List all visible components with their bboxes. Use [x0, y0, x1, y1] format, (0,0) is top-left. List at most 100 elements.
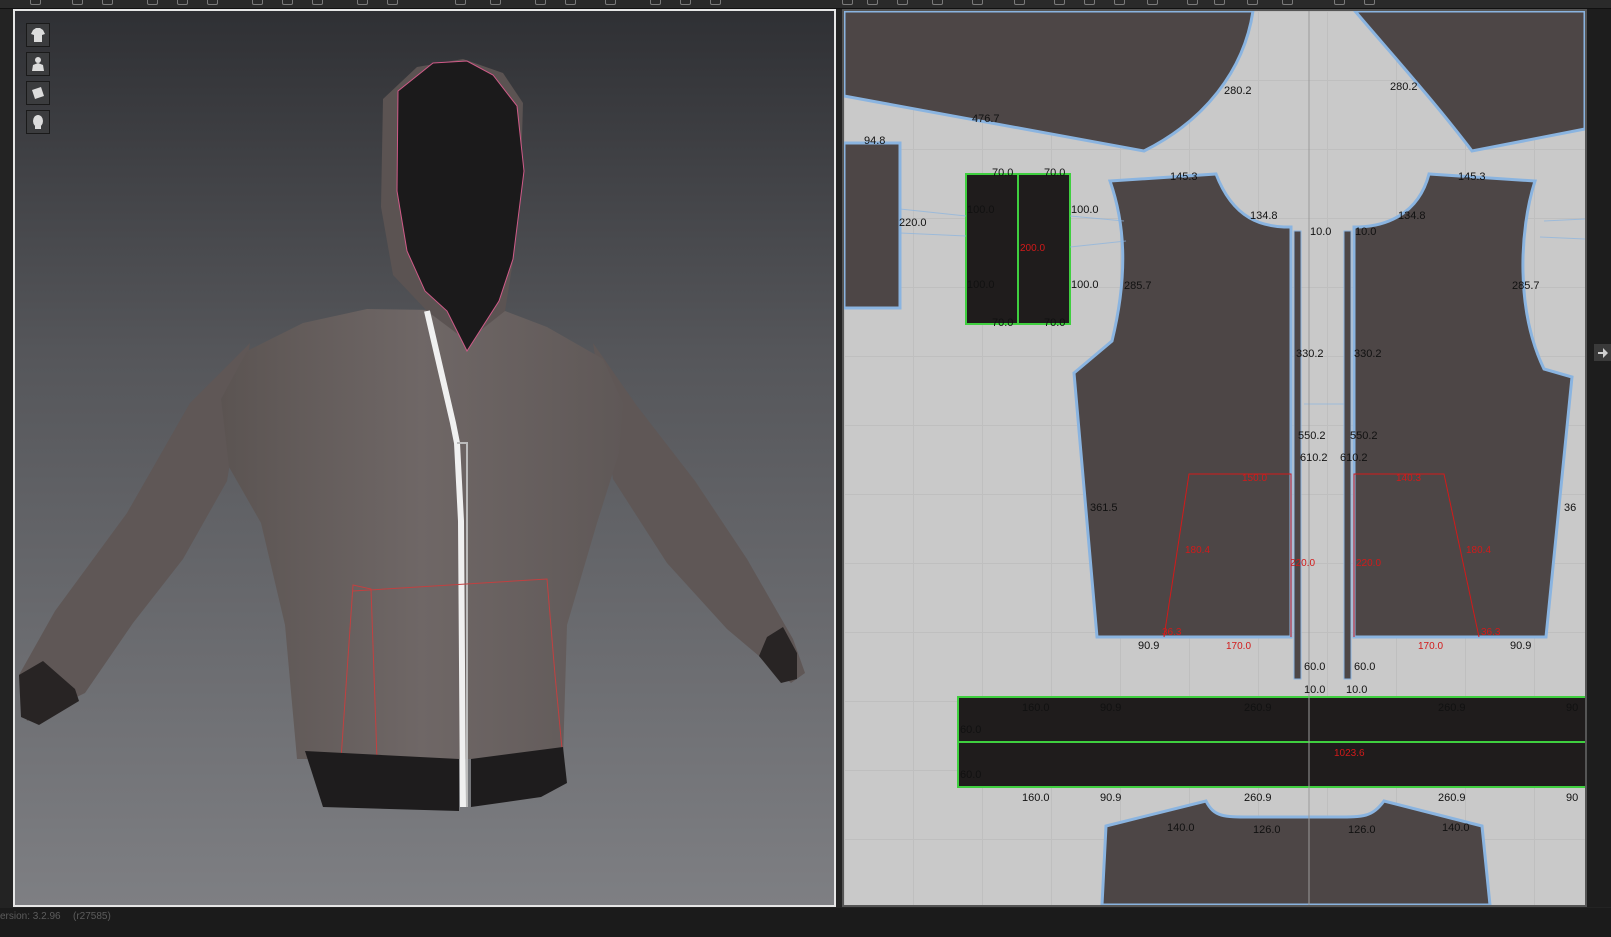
measure-label: 330.2 — [1296, 348, 1324, 360]
measure-label: 280.2 — [1224, 85, 1252, 97]
pattern-measure-icon[interactable] — [1282, 0, 1293, 5]
circle-tool-icon[interactable] — [1054, 0, 1065, 5]
edit-pattern-icon[interactable] — [867, 0, 878, 5]
measure-label: 160.0 — [1022, 702, 1050, 714]
pattern-piece-upper-left[interactable] — [844, 11, 1255, 153]
measure-icon[interactable] — [282, 0, 293, 5]
pen-tool-icon[interactable] — [605, 0, 616, 5]
right-panel-strip — [1587, 9, 1611, 907]
edit-sewing-icon[interactable] — [1247, 0, 1258, 5]
measure-label-red: 1023.6 — [1334, 748, 1365, 759]
polygon-tool-icon[interactable] — [1014, 0, 1025, 5]
highlighted-tool-icon[interactable] — [1147, 0, 1158, 5]
piping-tool-icon[interactable] — [565, 0, 576, 5]
measure-label: 90 — [1566, 792, 1578, 804]
measure-label: 134.8 — [1398, 210, 1426, 222]
measure-label: 10.0 — [1346, 684, 1367, 696]
measure-label: 260.9 — [1438, 702, 1466, 714]
head-view-button[interactable] — [26, 110, 50, 134]
measure-label: 260.9 — [1244, 702, 1272, 714]
measure-label-red: 180.4 — [1466, 545, 1491, 556]
tack-tool-icon[interactable] — [177, 0, 188, 5]
measure-label: 280.2 — [1390, 81, 1418, 93]
panel-toggle-button[interactable] — [1594, 344, 1611, 361]
free-sewing-icon[interactable] — [1214, 0, 1225, 5]
pattern-annotation-icon[interactable] — [1364, 0, 1375, 5]
measure-label: 550.2 — [1298, 430, 1326, 442]
pattern-pocket[interactable] — [965, 173, 1071, 325]
fold-tool-icon[interactable] — [147, 0, 158, 5]
pin-tool-icon[interactable] — [207, 0, 218, 5]
internal-line-icon[interactable] — [1084, 0, 1095, 5]
texture-view-button[interactable] — [26, 81, 50, 105]
measure-label: 10.0 — [1310, 226, 1331, 238]
measure-label-red: 150.0 — [1242, 473, 1267, 484]
measure-label: 10.0 — [1304, 684, 1325, 696]
measure-label: 10.0 — [1355, 226, 1376, 238]
measure-label: 90.9 — [1100, 702, 1121, 714]
pattern-piece-left-edge[interactable] — [844, 141, 902, 310]
simulate-icon[interactable] — [252, 0, 263, 5]
status-bar: ersion: 3.2.96 (r27585) — [0, 908, 1611, 937]
toolbar-2d — [842, 0, 1611, 9]
zipper-tool-icon[interactable] — [455, 0, 466, 5]
measure-label: 70.0 — [992, 317, 1013, 329]
segment-sewing-icon[interactable] — [1187, 0, 1198, 5]
tape-tool-icon[interactable] — [535, 0, 546, 5]
puckering-icon[interactable] — [490, 0, 501, 5]
add-point-icon[interactable] — [932, 0, 943, 5]
revision-text: (r27585) — [73, 911, 111, 922]
measure-label: 94.8 — [864, 135, 885, 147]
show-garment-button[interactable] — [26, 23, 50, 47]
measure-label: 476.7 — [972, 113, 1000, 125]
measure-label: 610.2 — [1300, 452, 1328, 464]
3d-viewport[interactable] — [13, 9, 836, 907]
dart-tool-icon[interactable] — [1114, 0, 1125, 5]
measure-label: 90.9 — [1100, 792, 1121, 804]
2d-pattern-viewport[interactable]: 476.7 280.2 280.2 94.8 220.0 70.0 70.0 1… — [842, 9, 1587, 907]
pattern-front-right[interactable] — [1352, 172, 1574, 639]
buttonhole-tool-icon[interactable] — [387, 0, 398, 5]
measure-label-red: 36.3 — [1162, 627, 1182, 638]
measure-label: 70.0 — [1044, 167, 1065, 179]
measure-label: 90.9 — [1138, 640, 1159, 652]
measure-label: 90 — [1566, 702, 1578, 714]
measure-label: 60.0 — [960, 724, 981, 736]
grading-icon[interactable] — [1334, 0, 1345, 5]
rectangle-tool-icon[interactable] — [972, 0, 983, 5]
edit-curvature-icon[interactable] — [897, 0, 908, 5]
measure-label: 361.5 — [1090, 502, 1118, 514]
annotation-icon[interactable] — [710, 0, 721, 5]
measure-label: 260.9 — [1244, 792, 1272, 804]
measure-label: 60.0 — [1354, 661, 1375, 673]
trim-tool-icon[interactable] — [650, 0, 661, 5]
measure-label-red: 220.0 — [1356, 558, 1381, 569]
button-tool-icon[interactable] — [357, 0, 368, 5]
select-tool-icon[interactable] — [30, 0, 41, 5]
measure-label: 140.0 — [1167, 822, 1195, 834]
measure-label-red: 140.3 — [1396, 473, 1421, 484]
show-avatar-button[interactable] — [26, 52, 50, 76]
measure-label-red: 170.0 — [1418, 641, 1443, 652]
transform-pattern-icon[interactable] — [842, 0, 853, 5]
arrow-right-icon — [1597, 347, 1608, 358]
measure-label-red: 170.0 — [1226, 641, 1251, 652]
pattern-canvas[interactable]: 476.7 280.2 280.2 94.8 220.0 70.0 70.0 1… — [844, 11, 1585, 905]
measure-label: 160.0 — [1022, 792, 1050, 804]
hoodie-3d-model[interactable] — [15, 11, 834, 905]
measure-label-red: 36.3 — [1481, 627, 1501, 638]
measure-label: 60.0 — [1304, 661, 1325, 673]
rotate-tool-icon[interactable] — [102, 0, 113, 5]
avatar-icon — [32, 57, 44, 71]
version-text: ersion: 3.2.96 — [0, 911, 61, 922]
measure-label: 145.3 — [1170, 171, 1198, 183]
move-tool-icon[interactable] — [72, 0, 83, 5]
measure-label: 260.9 — [1438, 792, 1466, 804]
texture-tool-icon[interactable] — [312, 0, 323, 5]
measure-label: 285.7 — [1512, 280, 1540, 292]
head-icon — [33, 115, 43, 129]
measure-label: 100.0 — [1071, 204, 1099, 216]
measure-3d-icon[interactable] — [680, 0, 691, 5]
measure-label: 140.0 — [1442, 822, 1470, 834]
pattern-back[interactable] — [1100, 799, 1492, 905]
